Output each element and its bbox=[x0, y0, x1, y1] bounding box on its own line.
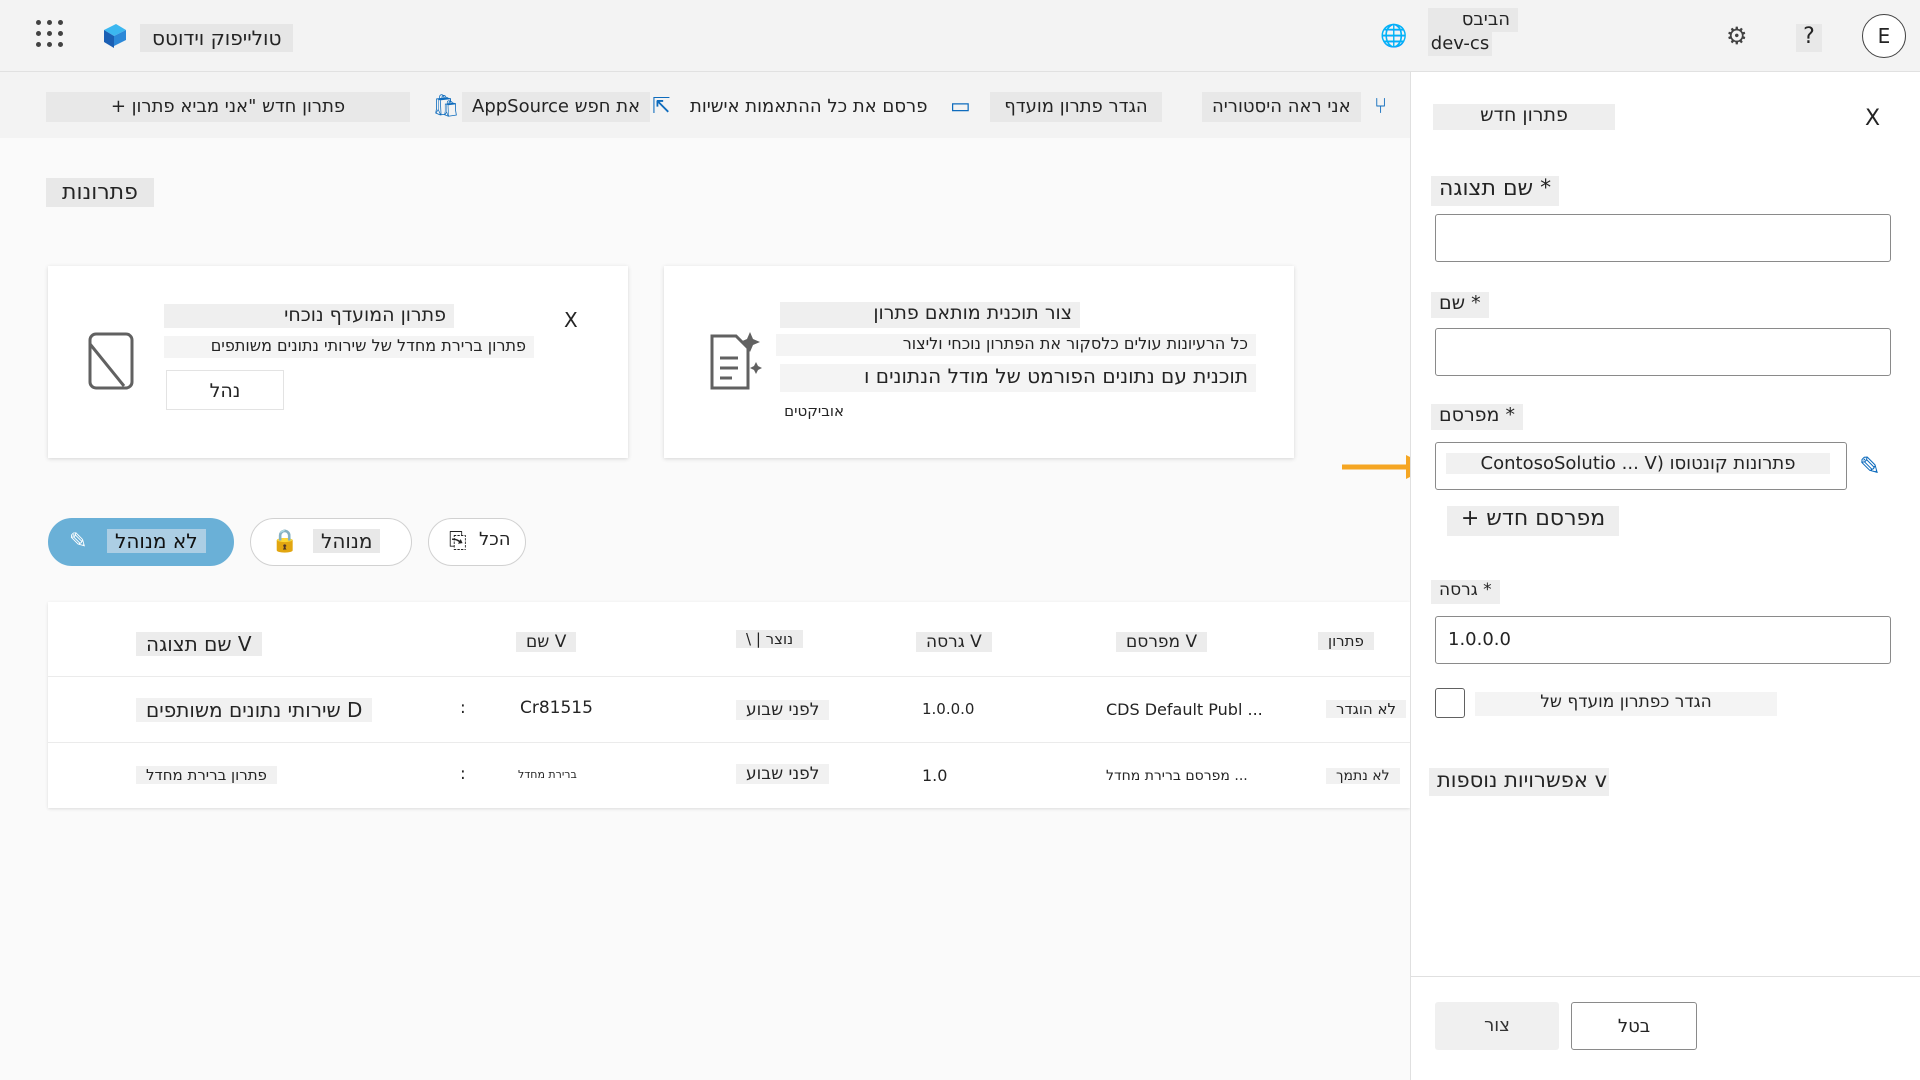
column-header-created[interactable]: \ | נוצר bbox=[736, 630, 804, 648]
ai-document-sparkle-icon bbox=[710, 332, 762, 390]
power-apps-logo-icon bbox=[104, 24, 126, 48]
row-created: לפני שבוע bbox=[736, 764, 830, 784]
filter-managed[interactable]: 🔒 מנוהל bbox=[250, 518, 412, 566]
create-plan-desc-line2: תוכנית עם נתונים הפורמט של מודל הנתונים … bbox=[780, 364, 1256, 392]
column-header-name[interactable]: שם V bbox=[516, 632, 577, 652]
pencil-icon: ✎ bbox=[69, 529, 88, 554]
history-button[interactable]: אני ראה היסטוריה bbox=[1202, 92, 1361, 122]
solutions-table: שם תצוגה V שם V \ | נוצר גרסה V מפרסם V … bbox=[48, 602, 1410, 808]
row-name: ברירת מחדל bbox=[518, 768, 577, 781]
row-display-name[interactable]: פתרון ברירת מחדל bbox=[136, 766, 277, 784]
top-header: טולייפוק וידוטס 🌐 הביבס dev-cs ⚙ ? E bbox=[0, 0, 1920, 72]
filter-all-label: הכל bbox=[479, 529, 511, 550]
filter-all[interactable]: ⎘ הכל bbox=[428, 518, 526, 566]
create-plan-desc-line3: אוביקטים bbox=[784, 402, 844, 420]
row-name: Cr81515 bbox=[520, 698, 593, 718]
new-solution-panel: פתרון חדש X * שם תצוגה * שם * מפרסם Cont… bbox=[1410, 72, 1920, 1080]
more-options-toggle[interactable]: אפשרויות נוספות v bbox=[1429, 768, 1609, 796]
name-input[interactable] bbox=[1435, 328, 1891, 376]
close-card-icon[interactable]: X bbox=[564, 308, 578, 332]
preferred-solution-label: הגדר כפתרון מועדף של bbox=[1475, 692, 1777, 716]
create-plan-desc-line1: כל הרעיונות עולים כלסקור את הפתרון נוכחי… bbox=[776, 334, 1256, 356]
row-managed: לא הוגדר bbox=[1326, 700, 1407, 718]
page-title: פתרונות bbox=[46, 178, 154, 207]
version-label: * גרסה bbox=[1431, 580, 1500, 604]
row-managed: לא נתמך bbox=[1326, 768, 1400, 784]
create-plan-title: צור תוכנית מותאם פתרון bbox=[780, 302, 1080, 328]
manage-button[interactable]: נהל bbox=[166, 370, 284, 410]
row-version: 1.0 bbox=[922, 766, 948, 785]
publisher-selected-value: ContosoSolutio ... V) פתרונות קונטוסו bbox=[1446, 453, 1830, 474]
filter-managed-label: מנוהל bbox=[313, 529, 381, 553]
settings-gear-icon[interactable]: ⚙ bbox=[1726, 22, 1748, 50]
version-input[interactable]: 1.0.0.0 bbox=[1435, 616, 1891, 664]
column-header-managed[interactable]: פתרון bbox=[1318, 632, 1374, 650]
environment-icon[interactable]: 🌐 bbox=[1380, 24, 1407, 49]
environment-name: dev-cs bbox=[1428, 32, 1492, 56]
row-publisher: CDS Default Publ ... bbox=[1106, 700, 1263, 719]
row-publisher: מפרסם ברירת מחדל ... bbox=[1106, 768, 1248, 784]
column-header-publisher[interactable]: מפרסם V bbox=[1116, 632, 1208, 652]
filter-unmanaged-label: לא מנוהל bbox=[107, 529, 206, 553]
preferred-card-description: פתרון ברירת מחדל של שירותי נתונים משותפי… bbox=[164, 336, 534, 358]
environment-selector[interactable]: הביבס dev-cs bbox=[1428, 8, 1518, 56]
new-publisher-link[interactable]: + מפרסם חדש bbox=[1447, 506, 1619, 536]
preferred-solution-card: פתרון המועדף נוכחי פתרון ברירת מחדל של ש… bbox=[48, 266, 628, 458]
row-more-menu[interactable]: : bbox=[460, 698, 466, 718]
command-bar: + פתרון חדש "אני מביא פתרון 🛍 AppSource … bbox=[0, 72, 1410, 138]
branch-icon[interactable]: ⑂ bbox=[1374, 94, 1387, 119]
panel-close-icon[interactable]: X bbox=[1865, 106, 1880, 131]
create-button[interactable]: צור bbox=[1435, 1002, 1559, 1050]
panel-title: פתרון חדש bbox=[1433, 104, 1615, 130]
new-solution-button[interactable]: + פתרון חדש "אני מביא פתרון bbox=[46, 92, 410, 122]
cancel-button[interactable]: בטל bbox=[1571, 1002, 1697, 1050]
document-icon: ▭ bbox=[950, 94, 971, 119]
document-stack-icon: ⎘ bbox=[449, 529, 467, 554]
environment-label: הביבס bbox=[1428, 8, 1518, 32]
row-divider bbox=[48, 676, 1410, 677]
display-name-label: * שם תצוגה bbox=[1431, 176, 1560, 206]
lock-icon: 🔒 bbox=[271, 529, 299, 554]
preferred-solution-checkbox[interactable] bbox=[1435, 688, 1465, 718]
shopping-bag-icon: 🛍 bbox=[432, 94, 460, 119]
publish-all-button[interactable]: פרסם את כל ההתאמות אישיות bbox=[680, 92, 937, 122]
row-divider bbox=[48, 742, 1410, 743]
column-header-version[interactable]: גרסה V bbox=[916, 632, 992, 652]
app-launcher-icon[interactable] bbox=[36, 20, 64, 48]
footer-divider bbox=[1411, 976, 1920, 977]
row-version: 1.0.0.0 bbox=[922, 700, 975, 718]
row-created: לפני שבוע bbox=[736, 700, 830, 720]
help-icon[interactable]: ? bbox=[1796, 24, 1822, 52]
create-plan-card[interactable]: צור תוכנית מותאם פתרון כל הרעיונות עולים… bbox=[664, 266, 1294, 458]
display-name-input[interactable] bbox=[1435, 214, 1891, 262]
publish-icon: ⇱ bbox=[652, 94, 671, 119]
publisher-label: * מפרסם bbox=[1431, 404, 1523, 430]
column-header-display-name[interactable]: שם תצוגה V bbox=[136, 632, 262, 656]
user-avatar[interactable]: E bbox=[1862, 14, 1906, 58]
row-more-menu[interactable]: : bbox=[460, 764, 466, 784]
filter-unmanaged[interactable]: ✎ לא מנוהל bbox=[48, 518, 234, 566]
preferred-card-title: פתרון המועדף נוכחי bbox=[164, 304, 454, 328]
set-preferred-button[interactable]: הגדר פתרון מועדף bbox=[990, 92, 1162, 122]
edit-publisher-pencil-icon[interactable]: ✎ bbox=[1859, 452, 1881, 482]
name-label: * שם bbox=[1431, 292, 1489, 318]
version-value: 1.0.0.0 bbox=[1448, 629, 1511, 650]
appsource-button[interactable]: AppSource את חפש bbox=[462, 92, 651, 122]
app-title[interactable]: טולייפוק וידוטס bbox=[140, 24, 294, 52]
row-display-name[interactable]: שירותי נתונים משותפים D bbox=[136, 698, 373, 722]
document-folded-icon bbox=[88, 332, 134, 390]
publisher-dropdown[interactable]: ContosoSolutio ... V) פתרונות קונטוסו bbox=[1435, 442, 1847, 490]
